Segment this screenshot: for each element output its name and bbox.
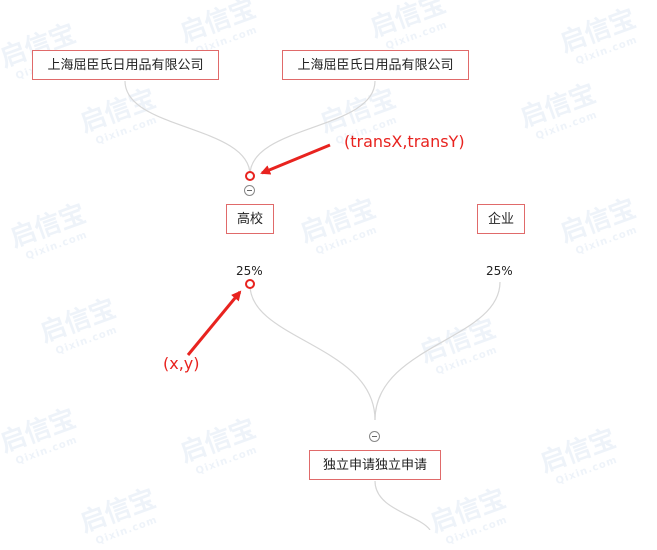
edge-target-down [374, 480, 431, 530]
node-target[interactable]: 独立申请独立申请 [309, 450, 441, 480]
annotation-trans-label: (transX,transY) [344, 132, 465, 151]
arrow-trans [260, 143, 331, 175]
annotation-xy-label: (x,y) [163, 354, 200, 373]
trans-point-marker [245, 171, 255, 181]
node-shareholder-2[interactable]: 上海屈臣氏日用品有限公司 [282, 50, 469, 80]
edge-enterprise-target [374, 281, 501, 421]
arrow-xy [186, 290, 242, 356]
node-school[interactable]: 高校 [226, 204, 274, 234]
collapse-toggle-target[interactable] [369, 431, 380, 442]
edge-shareholder2-school [249, 80, 376, 176]
share-percentage-enterprise: 25% [486, 264, 513, 278]
xy-point-marker [245, 279, 255, 289]
share-percentage-school: 25% [236, 264, 263, 278]
edge-shareholder1-school [124, 80, 251, 176]
collapse-toggle-school[interactable] [244, 185, 255, 196]
node-shareholder-1[interactable]: 上海屈臣氏日用品有限公司 [32, 50, 219, 80]
edge-school-target [249, 284, 376, 421]
node-enterprise[interactable]: 企业 [477, 204, 525, 234]
